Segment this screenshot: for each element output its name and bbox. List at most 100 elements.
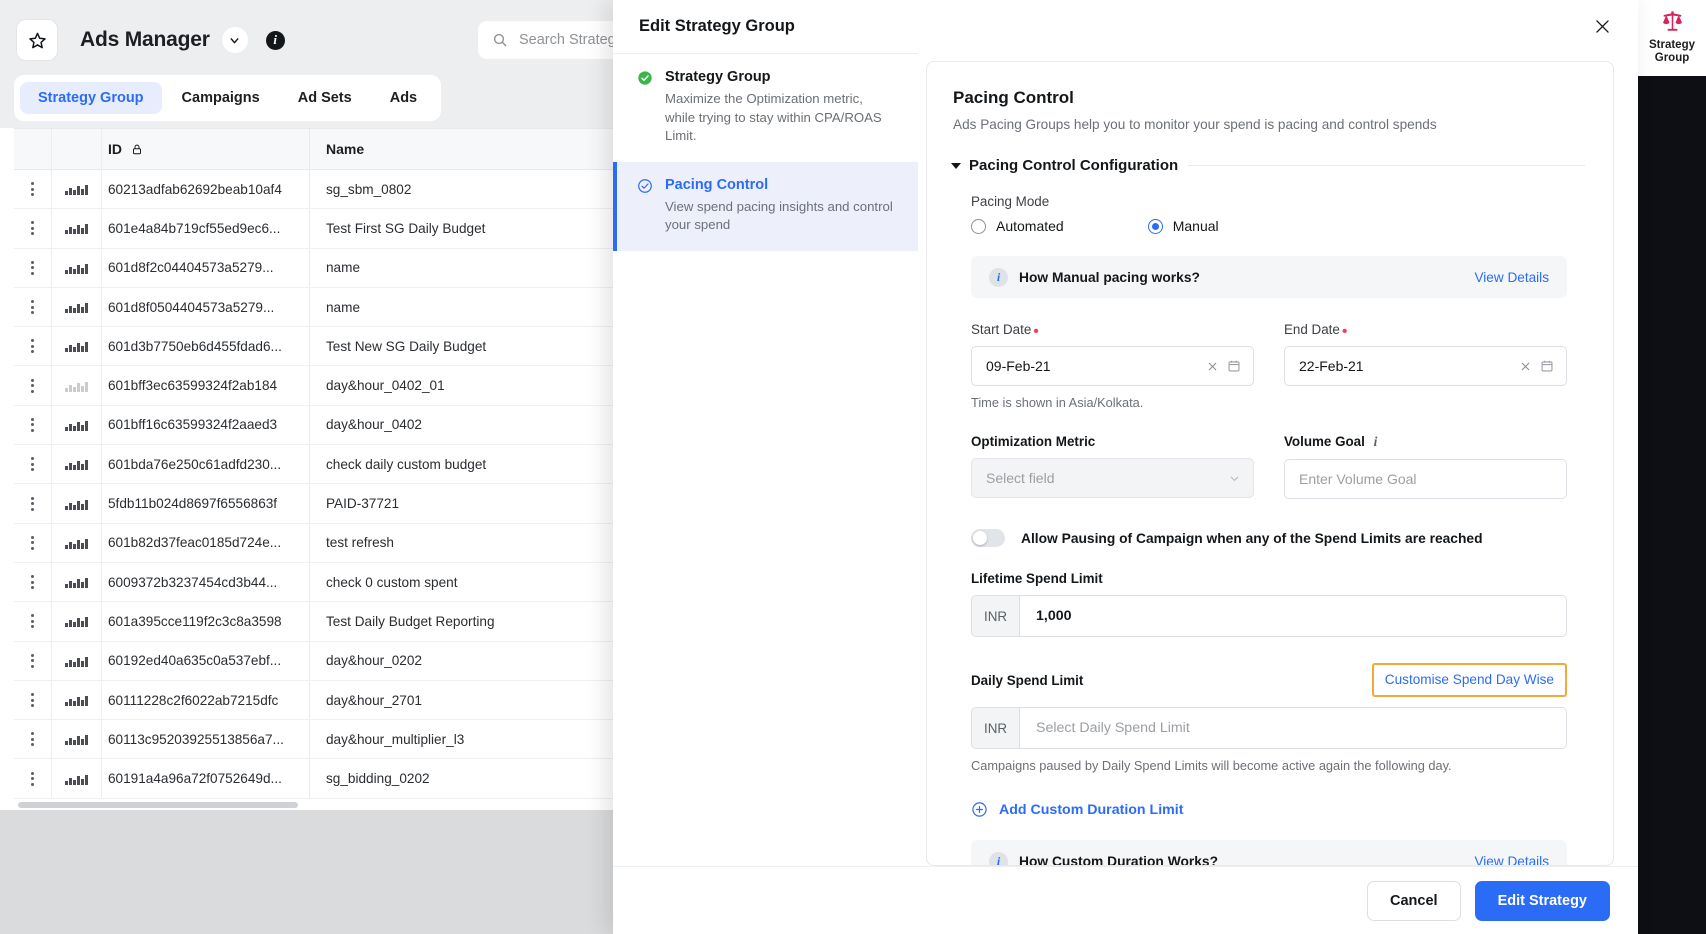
kebab-menu-icon[interactable] bbox=[31, 496, 34, 511]
info-icon[interactable]: i bbox=[1374, 434, 1378, 449]
step-label: Strategy Group bbox=[665, 69, 771, 85]
kebab-menu-icon[interactable] bbox=[31, 575, 34, 590]
end-date-group: End Date • 22-Feb-21 bbox=[1284, 322, 1567, 386]
triangle-down-icon[interactable] bbox=[951, 162, 961, 169]
kebab-menu-icon[interactable] bbox=[31, 653, 34, 668]
chevron-down-icon[interactable] bbox=[221, 27, 248, 53]
kebab-menu-icon[interactable] bbox=[31, 339, 34, 354]
kebab-menu-icon[interactable] bbox=[31, 378, 34, 393]
bar-chart-icon[interactable] bbox=[65, 340, 88, 353]
cell-name: check daily custom budget bbox=[326, 456, 487, 472]
kebab-menu-icon[interactable] bbox=[31, 693, 34, 707]
cell-id: 5fdb11b024d8697f6556863f bbox=[108, 496, 278, 512]
step-strategy-group[interactable]: Strategy Group Maximize the Optimization… bbox=[613, 54, 918, 162]
kebab-menu-icon[interactable] bbox=[31, 732, 34, 747]
kebab-menu-icon[interactable] bbox=[31, 300, 34, 315]
end-date-value: 22-Feb-21 bbox=[1299, 358, 1364, 374]
close-icon[interactable] bbox=[1589, 13, 1616, 40]
bar-chart-icon[interactable] bbox=[65, 301, 88, 314]
cell-name: day&hour_2701 bbox=[326, 692, 422, 708]
bar-chart-icon[interactable] bbox=[65, 458, 88, 471]
kebab-menu-icon[interactable] bbox=[31, 260, 34, 275]
chevron-down-icon[interactable] bbox=[1228, 472, 1241, 485]
step-label: Pacing Control bbox=[665, 176, 769, 193]
view-details-link[interactable]: View Details bbox=[1474, 270, 1549, 285]
custom-duration-banner: i How Custom Duration Works? View Detail… bbox=[971, 840, 1567, 866]
tab-campaigns[interactable]: Campaigns bbox=[164, 82, 278, 114]
tab-strategy-group[interactable]: Strategy Group bbox=[20, 82, 162, 114]
cancel-button[interactable]: Cancel bbox=[1367, 880, 1461, 921]
required-marker: • bbox=[1033, 323, 1039, 340]
kebab-menu-icon[interactable] bbox=[31, 457, 34, 472]
radio-label: Automated bbox=[996, 218, 1064, 234]
start-date-group: Start Date • 09-Feb-21 bbox=[971, 322, 1254, 386]
clear-icon[interactable] bbox=[1206, 360, 1219, 373]
volume-goal-input[interactable]: Enter Volume Goal bbox=[1284, 459, 1567, 499]
view-details-link[interactable]: View Details bbox=[1474, 854, 1549, 866]
section-divider bbox=[1188, 165, 1585, 166]
plus-circle-icon bbox=[971, 801, 988, 818]
radio-automated[interactable]: Automated bbox=[971, 218, 1064, 234]
bar-chart-icon[interactable] bbox=[65, 537, 88, 549]
optimization-metric-group: Optimization Metric Select field bbox=[971, 434, 1254, 499]
rail-label-line2: Group bbox=[1654, 52, 1690, 64]
daily-spend-limit-input[interactable]: INR Select Daily Spend Limit bbox=[971, 707, 1567, 749]
cell-name: PAID-37721 bbox=[326, 496, 400, 512]
section-title: Pacing Control Configuration bbox=[969, 157, 1179, 174]
pacing-control-panel: Pacing Control Ads Pacing Groups help yo… bbox=[926, 61, 1614, 866]
bar-chart-icon[interactable] bbox=[65, 262, 88, 274]
clear-icon[interactable] bbox=[1519, 360, 1532, 373]
cell-name: day&hour_0402_01 bbox=[326, 378, 445, 394]
kebab-menu-icon[interactable] bbox=[31, 614, 34, 629]
currency-prefix: INR bbox=[972, 596, 1020, 636]
cell-id: 601d8f0504404573a5279... bbox=[108, 299, 275, 315]
calendar-icon[interactable] bbox=[1540, 359, 1554, 373]
info-icon[interactable]: i bbox=[265, 30, 285, 50]
cell-id: 601bda76e250c61adfd230... bbox=[108, 456, 282, 472]
pacing-panel-wrap: Pacing Control Ads Pacing Groups help yo… bbox=[918, 53, 1638, 866]
end-date-input[interactable]: 22-Feb-21 bbox=[1284, 346, 1567, 386]
radio-manual[interactable]: Manual bbox=[1147, 218, 1219, 234]
optimization-metric-select[interactable]: Select field bbox=[971, 458, 1254, 498]
customise-spend-day-wise-link[interactable]: Customise Spend Day Wise bbox=[1385, 672, 1554, 687]
bar-chart-icon[interactable] bbox=[65, 222, 88, 235]
pacing-form: Pacing Mode Automated Manual i How Manua… bbox=[953, 194, 1585, 866]
step-description: View spend pacing insights and control y… bbox=[665, 198, 893, 233]
kebab-menu-icon[interactable] bbox=[31, 535, 34, 550]
bar-chart-icon[interactable] bbox=[65, 733, 88, 746]
allow-pausing-toggle[interactable] bbox=[971, 529, 1005, 547]
kebab-menu-icon[interactable] bbox=[31, 417, 34, 432]
edit-strategy-button[interactable]: Edit Strategy bbox=[1474, 880, 1610, 921]
tab-ad-sets[interactable]: Ad Sets bbox=[280, 82, 370, 114]
lifetime-spend-limit-input[interactable]: INR 1,000 bbox=[971, 595, 1567, 637]
start-date-input[interactable]: 09-Feb-21 bbox=[971, 346, 1254, 386]
modal-body: Strategy Group Maximize the Optimization… bbox=[613, 53, 1638, 866]
cell-id: 60111228c2f6022ab7215dfc bbox=[108, 692, 279, 708]
manual-pacing-banner: i How Manual pacing works? View Details bbox=[971, 256, 1567, 298]
daily-spend-limit-placeholder: Select Daily Spend Limit bbox=[1036, 720, 1190, 736]
bar-chart-icon[interactable] bbox=[65, 655, 88, 667]
step-pacing-control[interactable]: Pacing Control View spend pacing insight… bbox=[613, 161, 918, 251]
cell-id: 601e4a84b719cf55ed9ec6... bbox=[108, 220, 281, 236]
kebab-menu-icon[interactable] bbox=[31, 182, 34, 197]
bar-chart-icon[interactable] bbox=[65, 498, 88, 510]
bar-chart-icon[interactable] bbox=[65, 183, 88, 196]
bar-chart-icon[interactable] bbox=[65, 773, 88, 785]
bar-chart-icon[interactable] bbox=[65, 694, 88, 706]
scales-balance-icon bbox=[1660, 9, 1685, 34]
daily-spend-limit-group: INR Select Daily Spend Limit Campaigns p… bbox=[971, 707, 1567, 773]
bar-chart-icon[interactable] bbox=[65, 419, 88, 431]
cell-name: sg_bidding_0202 bbox=[326, 771, 430, 787]
kebab-menu-icon[interactable] bbox=[31, 221, 34, 236]
add-custom-duration-limit-button[interactable]: Add Custom Duration Limit bbox=[971, 801, 1567, 818]
check-outline-icon bbox=[637, 178, 653, 235]
bar-chart-icon[interactable] bbox=[65, 576, 88, 589]
rail-item-strategy-group[interactable]: Strategy Group bbox=[1638, 0, 1706, 65]
calendar-icon[interactable] bbox=[1227, 359, 1241, 373]
bar-chart-icon[interactable] bbox=[65, 615, 88, 628]
star-icon[interactable] bbox=[16, 19, 58, 61]
bar-chart-icon[interactable] bbox=[65, 380, 88, 392]
cell-id: 601d3b7750eb6d455fdad6... bbox=[108, 338, 282, 354]
tab-ads[interactable]: Ads bbox=[372, 82, 435, 114]
kebab-menu-icon[interactable] bbox=[31, 771, 34, 786]
